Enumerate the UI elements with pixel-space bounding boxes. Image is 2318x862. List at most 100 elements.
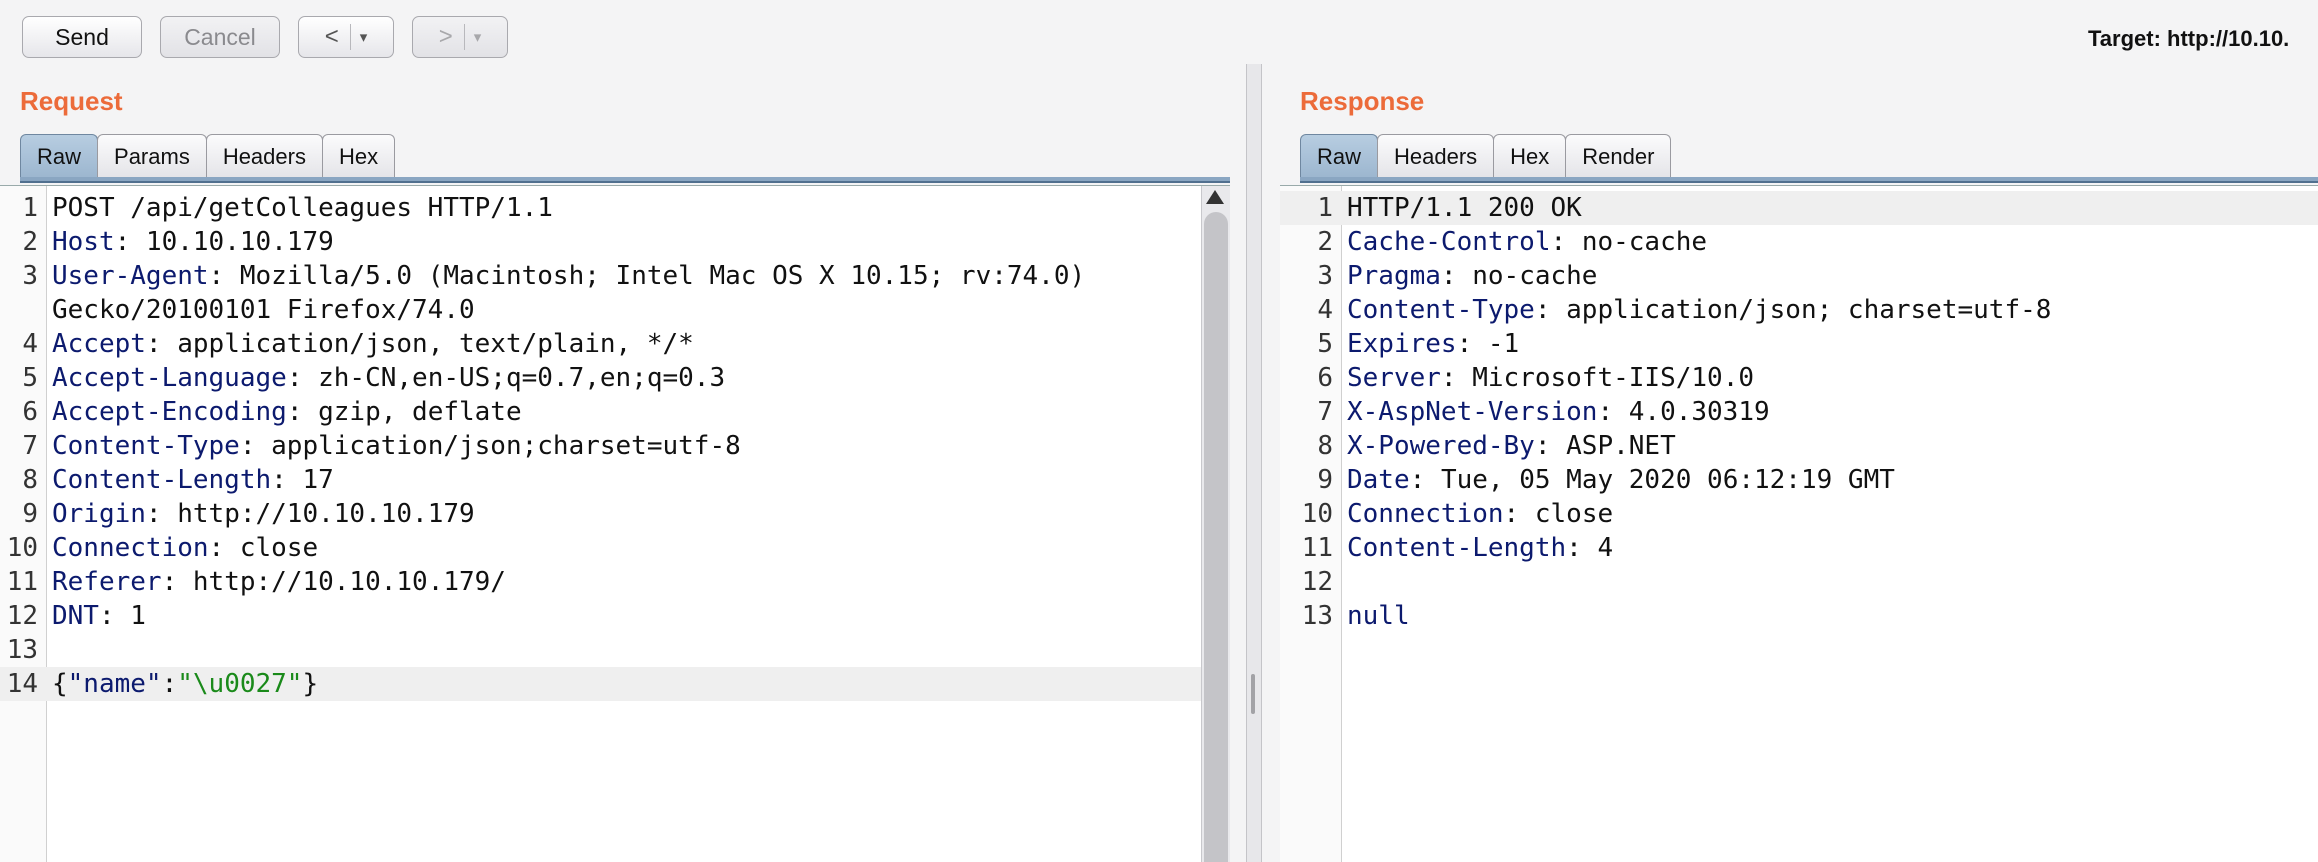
forward-dropdown-icon[interactable]: ▾ xyxy=(474,28,482,46)
json-brace: { xyxy=(52,669,68,699)
code-line[interactable]: 10 Connection: close xyxy=(0,531,1230,565)
header-value: Mozilla/5.0 (Macintosh; Intel Mac OS X 1… xyxy=(239,261,1086,291)
code-line[interactable]: 6 Server: Microsoft-IIS/10.0 xyxy=(1280,361,2318,395)
forward-button[interactable]: > ▾ xyxy=(412,16,508,58)
json-value: "\u0027" xyxy=(177,669,303,699)
line-number: 6 xyxy=(1317,363,1333,393)
header-name: Content-Type xyxy=(1347,295,1535,325)
request-scrollbar[interactable] xyxy=(1201,186,1230,862)
line-number: 4 xyxy=(1317,295,1333,325)
request-code[interactable]: 1 POST /api/getColleagues HTTP/1.1 2 Host: … xyxy=(0,191,1230,701)
tab-raw[interactable]: Raw xyxy=(1300,134,1379,178)
code-line[interactable]: 5 Accept-Language: zh-CN,en-US;q=0.7,en;q… xyxy=(0,361,1230,395)
cancel-button[interactable]: Cancel xyxy=(160,16,280,58)
header-value: close xyxy=(239,533,319,563)
header-name: Content-Length xyxy=(1347,533,1567,563)
header-name: Host xyxy=(52,227,115,257)
line-number: 13 xyxy=(6,635,38,665)
back-arrow-icon: < xyxy=(324,23,339,50)
header-value: close xyxy=(1534,499,1614,529)
line-text: HTTP/1.1 200 OK xyxy=(1347,191,1582,225)
code-line[interactable]: 3 User-Agent: Mozilla/5.0 (Macintosh; Int… xyxy=(0,259,1230,293)
line-number: 3 xyxy=(1317,261,1333,291)
line-text: X-AspNet-Version: 4.0.30319 xyxy=(1347,395,1770,429)
toolbar: Send Cancel < ▾ > ▾ Target: http://10.10… xyxy=(0,0,2318,64)
header-value: 10.10.10.179 xyxy=(145,227,334,257)
header-separator: : xyxy=(1456,329,1488,359)
tab-headers[interactable]: Headers xyxy=(205,134,323,178)
line-number: 3 xyxy=(22,261,38,291)
line-number: 1 xyxy=(22,193,38,223)
json-brace: } xyxy=(302,669,319,699)
code-line[interactable]: 9 Origin: http://10.10.10.179 xyxy=(0,497,1230,531)
header-separator: : xyxy=(98,601,131,631)
code-line[interactable]: 13 xyxy=(0,633,1230,667)
tab-raw[interactable]: Raw xyxy=(20,134,99,178)
tab-hex[interactable]: Hex xyxy=(1493,134,1567,178)
scroll-up-icon[interactable] xyxy=(1206,190,1224,204)
code-line[interactable]: 4 Content-Type: application/json; charset… xyxy=(1280,293,2318,327)
line-text: Connection: close xyxy=(1347,497,1613,531)
code-line[interactable]: 2 Cache-Control: no-cache xyxy=(1280,225,2318,259)
line-text: Date: Tue, 05 May 2020 06:12:19 GMT xyxy=(1347,463,1895,497)
code-line[interactable]: Gecko/20100101 Firefox/74.0 xyxy=(0,293,1230,327)
header-separator: : xyxy=(208,261,240,291)
code-line[interactable]: 14 {"name":"\u0027"} xyxy=(0,667,1230,701)
header-name: Accept-Encoding xyxy=(52,397,287,427)
header-separator: : xyxy=(1550,227,1582,257)
line-text: User-Agent: Mozilla/5.0 (Macintosh; Inte… xyxy=(52,259,1085,293)
code-line[interactable]: 6 Accept-Encoding: gzip, deflate xyxy=(0,395,1230,429)
code-line[interactable]: 1 POST /api/getColleagues HTTP/1.1 xyxy=(0,191,1230,225)
tab-hex[interactable]: Hex xyxy=(321,134,396,178)
response-code[interactable]: 1 HTTP/1.1 200 OK 2 Cache-Control: no-cache… xyxy=(1280,191,2318,633)
back-dropdown-icon[interactable]: ▾ xyxy=(360,28,368,46)
line-text: Expires: -1 xyxy=(1347,327,1519,361)
send-button[interactable]: Send xyxy=(22,16,142,58)
line-text: Content-Type: application/json;charset=u… xyxy=(52,429,741,463)
tab-headers[interactable]: Headers xyxy=(1377,134,1495,178)
header-value: 17 xyxy=(302,465,334,495)
code-line[interactable]: 11 Referer: http://10.10.10.179/ xyxy=(0,565,1230,599)
code-line[interactable]: 7 X-AspNet-Version: 4.0.30319 xyxy=(1280,395,2318,429)
line-text: DNT: 1 xyxy=(52,599,146,633)
header-name: Date xyxy=(1347,465,1410,495)
code-line[interactable]: 13 null xyxy=(1280,599,2318,633)
line-text: Content-Length: 4 xyxy=(1347,531,1613,565)
pane-divider[interactable] xyxy=(1246,64,1262,862)
back-button[interactable]: < ▾ xyxy=(298,16,394,58)
header-separator: : xyxy=(1566,533,1598,563)
header-name: Server xyxy=(1347,363,1441,393)
code-line[interactable]: 2 Host: 10.10.10.179 xyxy=(0,225,1230,259)
tab-render[interactable]: Render xyxy=(1565,134,1672,178)
line-number: 9 xyxy=(22,499,38,529)
line-text: Accept: application/json, text/plain, */… xyxy=(52,327,694,361)
code-line[interactable]: 5 Expires: -1 xyxy=(1280,327,2318,361)
header-value: ASP.NET xyxy=(1566,431,1676,461)
line-number: 14 xyxy=(6,669,38,699)
code-line[interactable]: 4 Accept: application/json, text/plain, *… xyxy=(0,327,1230,361)
code-line[interactable]: 11 Content-Length: 4 xyxy=(1280,531,2318,565)
code-line[interactable]: 8 X-Powered-By: ASP.NET xyxy=(1280,429,2318,463)
code-line[interactable]: 10 Connection: close xyxy=(1280,497,2318,531)
header-name: DNT xyxy=(52,601,99,631)
code-line[interactable]: 9 Date: Tue, 05 May 2020 06:12:19 GMT xyxy=(1280,463,2318,497)
code-line[interactable]: 3 Pragma: no-cache xyxy=(1280,259,2318,293)
line-number: 7 xyxy=(1317,397,1333,427)
divider-grip-icon[interactable] xyxy=(1251,674,1255,714)
header-value: Microsoft-IIS/10.0 xyxy=(1472,363,1754,393)
code-line[interactable]: 8 Content-Length: 17 xyxy=(0,463,1230,497)
line-number: 10 xyxy=(6,533,38,563)
code-line[interactable]: 7 Content-Type: application/json;charset=… xyxy=(0,429,1230,463)
code-line[interactable]: 1 HTTP/1.1 200 OK xyxy=(1280,191,2318,225)
response-tabs: Raw Headers Hex Render xyxy=(1300,134,1672,178)
request-editor[interactable]: 1 POST /api/getColleagues HTTP/1.1 2 Host: … xyxy=(0,185,1230,862)
header-value: 4 xyxy=(1597,533,1614,563)
scroll-thumb[interactable] xyxy=(1204,212,1228,862)
header-separator: : xyxy=(145,499,178,529)
response-editor[interactable]: 1 HTTP/1.1 200 OK 2 Cache-Control: no-cache… xyxy=(1280,185,2318,862)
tab-params[interactable]: Params xyxy=(97,134,207,178)
code-line[interactable]: 12 DNT: 1 xyxy=(0,599,1230,633)
line-text: X-Powered-By: ASP.NET xyxy=(1347,429,1676,463)
code-line[interactable]: 12 xyxy=(1280,565,2318,599)
target-label[interactable]: Target: http://10.10. xyxy=(2088,26,2289,52)
